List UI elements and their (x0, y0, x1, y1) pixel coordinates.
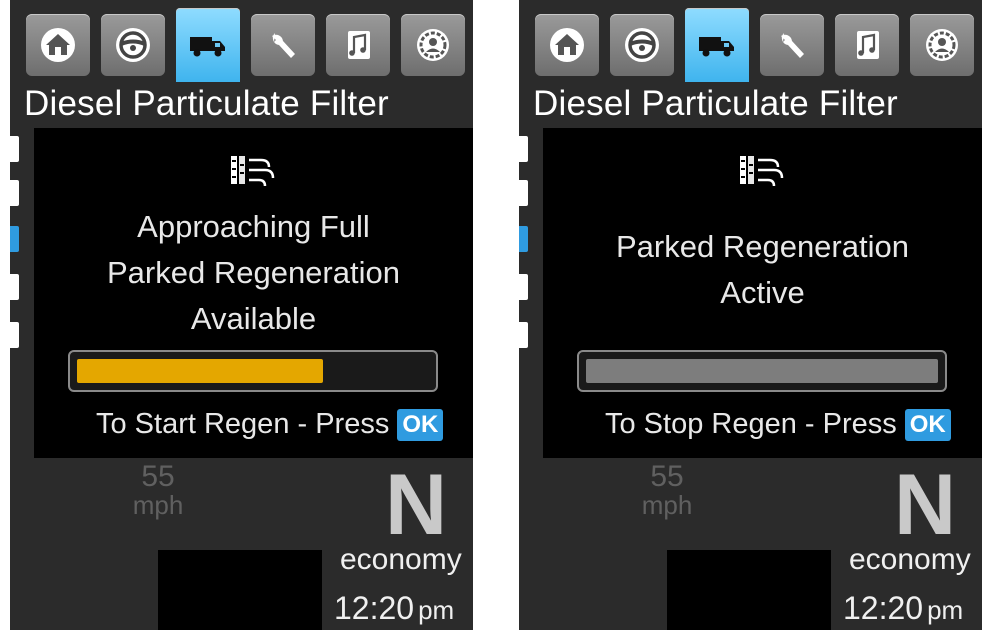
page-title: Diesel Particulate Filter (533, 84, 898, 123)
speed-unit: mph (132, 490, 184, 520)
regen-prompt: To Start Regen - Press OK (96, 408, 444, 441)
soot-level-bar (577, 350, 947, 392)
page-indicators (10, 132, 20, 362)
speed-value: 55 (141, 460, 175, 493)
tab-media[interactable] (835, 14, 899, 76)
ok-button[interactable]: OK (397, 408, 444, 441)
clock-ampm: pm (418, 595, 455, 625)
drive-mode: economy (849, 543, 971, 576)
tab-home[interactable] (535, 14, 599, 76)
page-indicator (519, 180, 528, 206)
clock-time: 12:20 (843, 590, 924, 626)
tab-home[interactable] (26, 14, 90, 76)
status-line: Available (190, 301, 317, 336)
gear-indicator: N (894, 457, 957, 553)
prompt-text: To Start Regen - Press (96, 408, 390, 440)
page-indicator (519, 274, 528, 300)
profile-gear-icon (926, 29, 958, 61)
drive-mode: economy (340, 543, 462, 576)
tab-bar (26, 8, 471, 82)
page-indicator (519, 136, 528, 162)
speed-value: 55 (650, 460, 684, 493)
speedometer: 55 mph (615, 460, 719, 520)
tab-vehicle[interactable] (176, 8, 240, 82)
status-line: Active (720, 275, 805, 310)
status-line: Parked Regeneration (616, 229, 909, 264)
soot-level-bar (68, 350, 438, 392)
dpf-filter-icon (739, 156, 783, 187)
tab-driving[interactable] (610, 14, 674, 76)
regen-prompt: To Stop Regen - Press OK (605, 408, 951, 441)
home-icon (550, 28, 584, 62)
music-note-icon (857, 31, 879, 59)
tab-service[interactable] (760, 14, 824, 76)
tab-bar (535, 8, 980, 82)
clock: 12:20 pm (334, 590, 454, 627)
dpf-filter-icon (230, 156, 274, 187)
speedometer: 55 mph (106, 460, 210, 520)
dpf-panel: Parked Regeneration Active To Stop Regen… (543, 128, 982, 458)
blank-display-area (158, 550, 322, 630)
page-title: Diesel Particulate Filter (24, 84, 389, 123)
wrench-icon (781, 33, 804, 58)
truck-icon (699, 37, 734, 57)
music-note-icon (348, 31, 370, 59)
dpf-panel: Approaching Full Parked Regeneration Ava… (34, 128, 473, 458)
status-line: Approaching Full (137, 209, 370, 244)
blank-display-area (667, 550, 831, 630)
dashboard-screen-start: Diesel Particulate Filter Approaching Fu… (10, 0, 473, 630)
profile-gear-icon (417, 29, 449, 61)
status-message: Approaching Full Parked Regeneration Ava… (34, 204, 473, 342)
gear-indicator: N (385, 457, 448, 553)
ok-button[interactable]: OK (904, 408, 951, 441)
page-indicator (10, 322, 19, 348)
status-line: Parked Regeneration (107, 255, 400, 290)
page-indicator-active (519, 226, 528, 252)
clock: 12:20 pm (843, 590, 963, 627)
tab-driving[interactable] (101, 14, 165, 76)
soot-level-fill (586, 359, 938, 383)
home-icon (41, 28, 75, 62)
tab-vehicle[interactable] (685, 8, 749, 82)
clock-time: 12:20 (334, 590, 415, 626)
tab-settings[interactable] (401, 14, 465, 76)
speed-unit: mph (641, 490, 693, 520)
page-indicator (10, 136, 19, 162)
wrench-icon (272, 33, 295, 58)
status-message: Parked Regeneration Active (543, 224, 982, 316)
tab-service[interactable] (251, 14, 315, 76)
tab-media[interactable] (326, 14, 390, 76)
dashboard-screen-active: Diesel Particulate Filter Parked Regener… (519, 0, 982, 630)
truck-icon (190, 37, 225, 57)
clock-ampm: pm (927, 595, 964, 625)
steering-wheel-icon (116, 28, 150, 62)
soot-level-fill (77, 359, 323, 383)
prompt-text: To Stop Regen - Press (605, 408, 897, 440)
page-indicator (10, 180, 19, 206)
page-indicator (519, 322, 528, 348)
page-indicators (519, 132, 529, 362)
tab-settings[interactable] (910, 14, 974, 76)
steering-wheel-icon (625, 28, 659, 62)
page-indicator (10, 274, 19, 300)
page-indicator-active (10, 226, 19, 252)
